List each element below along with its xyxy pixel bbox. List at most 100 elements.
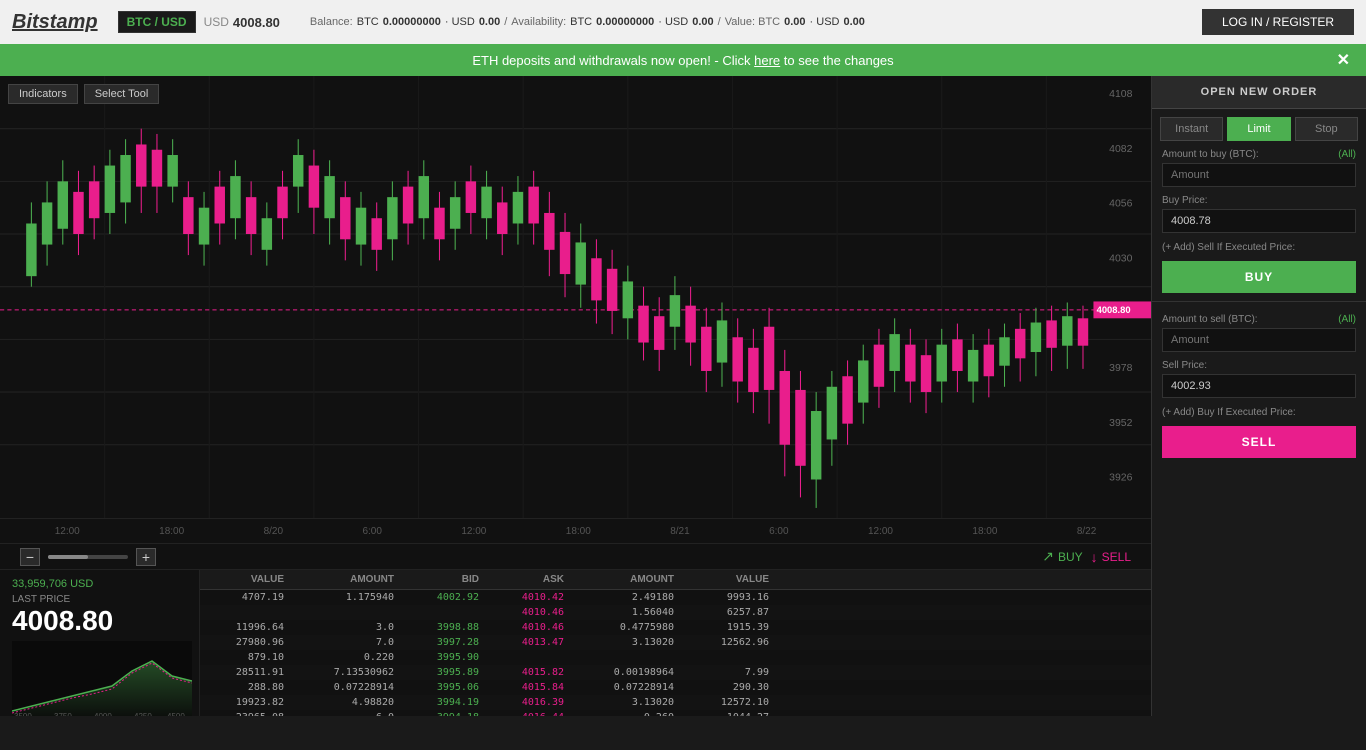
- login-button[interactable]: LOG IN / REGISTER: [1202, 9, 1354, 35]
- select-tool-button[interactable]: Select Tool: [84, 84, 160, 104]
- ob-cell: 0.4775980: [570, 620, 680, 635]
- ob-cell: 0.07228914: [570, 680, 680, 695]
- ob-cell: 9993.16: [680, 590, 775, 605]
- banner-link[interactable]: here: [754, 53, 780, 68]
- ob-header-amount-r: AMOUNT: [570, 570, 680, 589]
- last-price-label: LAST PRICE: [12, 594, 187, 605]
- zoom-minus-button[interactable]: −: [20, 548, 40, 566]
- divider: [1152, 301, 1366, 302]
- usd-balance: 0.00: [479, 16, 500, 28]
- ob-cell: 2.49180: [570, 590, 680, 605]
- time-label-3: 6:00: [362, 526, 381, 537]
- ob-cell: 11996.64: [200, 620, 290, 635]
- zoom-plus-button[interactable]: +: [136, 548, 156, 566]
- svg-text:4030: 4030: [1109, 253, 1132, 264]
- usd-label2: · USD: [445, 16, 475, 28]
- volume-display: 33,959,706 USD: [12, 578, 187, 590]
- buy-amount-input[interactable]: [1162, 163, 1356, 187]
- buy-price-section: Buy Price:: [1152, 191, 1366, 237]
- sell-trade-button[interactable]: ↓ SELL: [1091, 549, 1131, 565]
- sell-trade-label: SELL: [1102, 550, 1131, 564]
- ob-cell: 3994.19: [400, 695, 485, 710]
- time-label-8: 18:00: [972, 526, 997, 537]
- sell-executed-label[interactable]: (+ Add) Buy If Executed Price:: [1162, 407, 1296, 418]
- avail-usd: 0.00: [692, 16, 713, 28]
- svg-text:4056: 4056: [1109, 199, 1132, 210]
- ob-cell: 7.0: [290, 635, 400, 650]
- ob-cell: 3.13020: [570, 695, 680, 710]
- indicators-button[interactable]: Indicators: [8, 84, 78, 104]
- ob-header-amount-l: AMOUNT: [290, 570, 400, 589]
- ob-cell: 4015.84: [485, 680, 570, 695]
- sell-amount-label: Amount to sell (BTC):: [1162, 314, 1258, 325]
- ob-cell: 0.07228914: [290, 680, 400, 695]
- value-usd: 0.00: [844, 16, 865, 28]
- ob-cell: 23965.08: [200, 710, 290, 716]
- buy-all-link[interactable]: (All): [1338, 149, 1356, 160]
- ob-cell: 0.220: [290, 650, 400, 665]
- banner-text: ETH deposits and withdrawals now open! -…: [472, 53, 893, 68]
- ob-cell: 4016.44: [485, 710, 570, 716]
- separator2: /: [718, 16, 721, 28]
- ob-cell: 0.260: [570, 710, 680, 716]
- ob-cell: 290.30: [680, 680, 775, 695]
- pair-selector[interactable]: BTC / USD: [118, 11, 196, 33]
- svg-text:4000: 4000: [94, 712, 112, 716]
- buy-button[interactable]: BUY: [1162, 261, 1356, 293]
- tab-instant[interactable]: Instant: [1160, 117, 1223, 141]
- svg-text:4008.80: 4008.80: [1097, 305, 1131, 316]
- svg-text:4500: 4500: [167, 712, 185, 716]
- sell-price-input[interactable]: [1162, 374, 1356, 398]
- buy-trade-button[interactable]: ↗ BUY: [1042, 548, 1082, 565]
- ob-cell: 7.13530962: [290, 665, 400, 680]
- separator: /: [504, 16, 507, 28]
- value-label: Value: BTC: [725, 16, 780, 28]
- candlestick-chart: 4108 4082 4056 4030 4004 3978 3952 3926 …: [0, 76, 1151, 518]
- open-order-title: OPEN NEW ORDER: [1152, 76, 1366, 109]
- table-row: 4707.191.1759404002.924010.422.491809993…: [200, 590, 1151, 605]
- time-label-2: 18:00: [159, 526, 184, 537]
- ob-cell: 3998.88: [400, 620, 485, 635]
- ob-cell: 1915.39: [680, 620, 775, 635]
- buy-executed-label[interactable]: (+ Add) Sell If Executed Price:: [1162, 242, 1295, 253]
- sell-all-link[interactable]: (All): [1338, 314, 1356, 325]
- ob-header-value-l: VALUE: [200, 570, 290, 589]
- main-content: Indicators Select Tool: [0, 76, 1366, 716]
- time-label-7: 12:00: [868, 526, 893, 537]
- ob-cell: 4707.19: [200, 590, 290, 605]
- avail-usd-label: · USD: [658, 16, 688, 28]
- order-book: VALUE AMOUNT BID ASK AMOUNT VALUE 4707.1…: [200, 570, 1151, 716]
- table-row: 19923.824.988203994.194016.393.130201257…: [200, 695, 1151, 710]
- order-panel: OPEN NEW ORDER Instant Limit Stop Amount…: [1151, 76, 1366, 716]
- svg-text:4082: 4082: [1109, 144, 1132, 155]
- ob-cell: 3995.89: [400, 665, 485, 680]
- zoom-slider[interactable]: [48, 555, 128, 559]
- balance-label: Balance:: [310, 16, 353, 28]
- logo: Bitstamp: [12, 11, 98, 34]
- ob-cell: [570, 650, 680, 665]
- avail-btc-label: BTC: [570, 16, 592, 28]
- tab-stop[interactable]: Stop: [1295, 117, 1358, 141]
- banner-close-button[interactable]: ✕: [1337, 50, 1350, 70]
- time-label-1: 12:00: [55, 526, 80, 537]
- ob-header-ask: ASK: [485, 570, 570, 589]
- svg-text:3500: 3500: [14, 712, 32, 716]
- time-label-6: 6:00: [769, 526, 788, 537]
- buy-section: Amount to buy (BTC): (All): [1152, 141, 1366, 191]
- buy-price-input[interactable]: [1162, 209, 1356, 233]
- last-price-value: 4008.80: [12, 605, 187, 637]
- tab-limit[interactable]: Limit: [1227, 117, 1290, 141]
- sell-button[interactable]: SELL: [1162, 426, 1356, 458]
- date-label-1: 8/20: [264, 526, 283, 537]
- buy-amount-label: Amount to buy (BTC):: [1162, 149, 1259, 160]
- svg-text:4250: 4250: [134, 712, 152, 716]
- ob-cell: 28511.91: [200, 665, 290, 680]
- ob-cell: [400, 605, 485, 620]
- ob-cell: 19923.82: [200, 695, 290, 710]
- header-right: LOG IN / REGISTER: [1202, 9, 1354, 35]
- chart-toolbar: Indicators Select Tool: [8, 84, 159, 104]
- buy-executed-section: (+ Add) Sell If Executed Price:: [1152, 237, 1366, 257]
- sell-amount-input[interactable]: [1162, 328, 1356, 352]
- ob-cell: 3994.18: [400, 710, 485, 716]
- ticker-price: 4008.80: [233, 15, 280, 30]
